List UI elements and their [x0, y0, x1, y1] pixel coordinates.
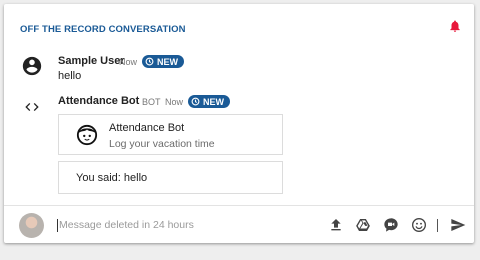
new-badge: NEW	[188, 95, 230, 108]
sender-name[interactable]: Sample User	[58, 55, 125, 67]
message-time: Now	[165, 97, 184, 107]
new-badge-label: NEW	[203, 96, 224, 107]
new-badge: NEW	[142, 55, 184, 68]
bot-card[interactable]: Attendance Bot Log your vacation time	[58, 114, 283, 155]
message-text: hello	[58, 70, 82, 82]
sender-name[interactable]: Attendance Bot	[58, 95, 139, 107]
drive-icon[interactable]	[355, 217, 371, 233]
video-icon[interactable]	[383, 217, 399, 233]
clock-icon	[145, 57, 154, 66]
code-icon	[25, 103, 39, 111]
message-time: Now	[119, 57, 138, 67]
message-input[interactable]	[59, 215, 259, 235]
card-subtitle: Log your vacation time	[109, 138, 215, 150]
reply-card: You said: hello	[58, 161, 283, 194]
account-circle-icon	[22, 56, 42, 76]
composer	[4, 205, 474, 243]
upload-icon[interactable]	[328, 217, 344, 233]
chat-panel: OFF THE RECORD CONVERSATION Sample User …	[4, 4, 474, 243]
card-title: Attendance Bot	[109, 122, 185, 134]
clock-icon	[191, 97, 200, 106]
reply-text: You said: hello	[76, 172, 148, 184]
new-badge-label: NEW	[157, 56, 178, 67]
bot-face-icon	[76, 124, 98, 146]
text-cursor	[57, 219, 58, 232]
bot-tag: BOT	[142, 97, 161, 107]
emoji-icon[interactable]	[411, 217, 427, 233]
avatar[interactable]	[19, 213, 44, 238]
send-icon[interactable]	[450, 217, 466, 233]
toolbar-divider	[437, 219, 438, 232]
conversation-title: OFF THE RECORD CONVERSATION	[20, 24, 186, 35]
bell-icon[interactable]	[448, 19, 462, 33]
